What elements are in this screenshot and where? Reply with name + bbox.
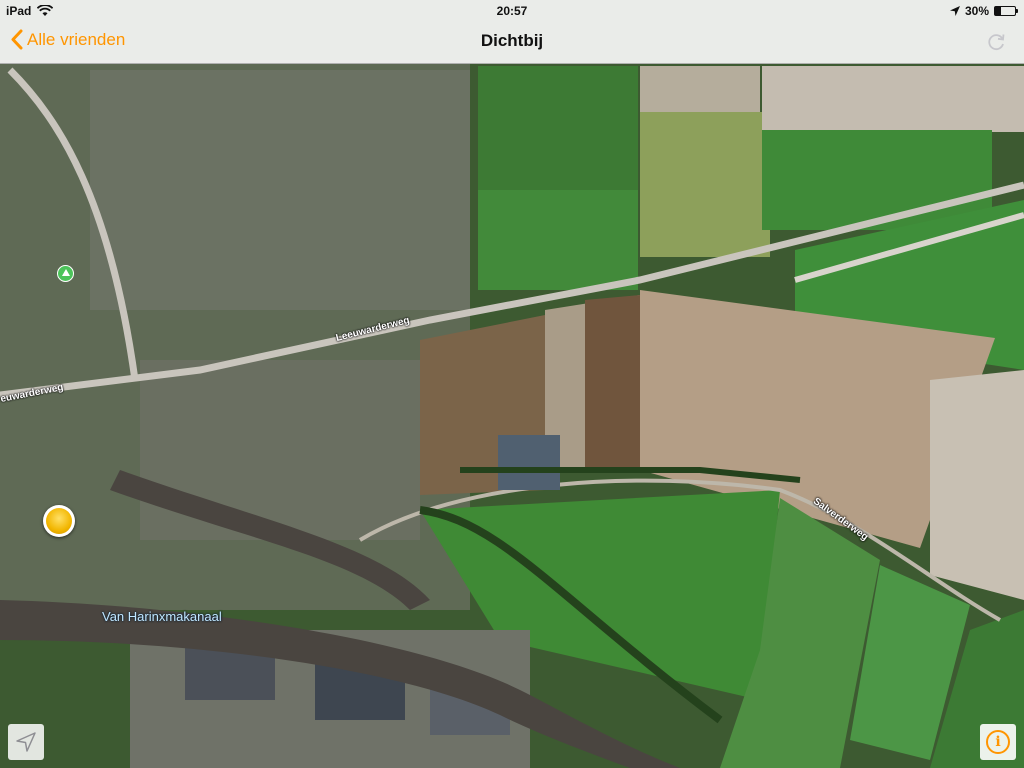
poi-pin-icon[interactable] [57,265,74,282]
refresh-icon [988,34,1005,51]
friend-location-pin[interactable] [43,505,75,537]
locate-me-icon [16,732,36,752]
status-time: 20:57 [496,4,528,18]
location-arrow-icon [949,6,960,16]
battery-icon [994,6,1018,16]
canal-label: Van Harinxmakanaal [102,609,222,624]
battery-fill [995,7,1001,15]
satellite-map[interactable] [0,0,1024,768]
battery-percent: 30% [964,4,989,18]
locate-me-button[interactable] [8,724,44,760]
refresh-button[interactable] [984,30,1008,54]
friend-avatar [46,508,72,534]
info-icon: i [986,730,1010,754]
status-bar: iPad 20:57 30% [0,0,1024,22]
page-title: Dichtbij [480,31,544,50]
info-button[interactable]: i [980,724,1016,760]
